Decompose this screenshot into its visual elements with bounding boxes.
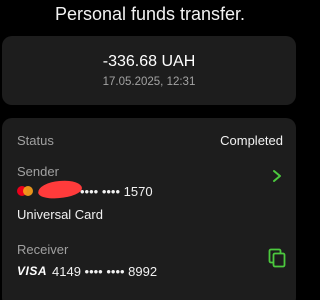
status-value: Completed — [220, 133, 283, 148]
sender-label: Sender — [17, 164, 59, 179]
transfer-datetime: 17.05.2025, 12:31 — [102, 76, 196, 88]
page-title: Personal funds transfer. — [54, 4, 246, 24]
receiver-card-number: 4149 •••• •••• 8992 — [52, 264, 158, 279]
redaction-mark — [37, 179, 83, 200]
visa-icon: VISA — [17, 264, 48, 278]
status-label: Status — [17, 133, 54, 148]
sender-card-name: Universal Card — [17, 207, 103, 222]
receiver-label: Receiver — [17, 242, 69, 257]
copy-icon[interactable] — [268, 248, 286, 268]
chevron-right-icon[interactable] — [270, 169, 284, 183]
mastercard-icon — [17, 184, 39, 198]
sender-card-number: •••• •••• 1570 — [80, 184, 153, 199]
amount-card: -336.68 UAH 17.05.2025, 12:31 — [2, 36, 296, 105]
transfer-details-screen: Personal funds transfer. -336.68 UAH 17.… — [0, 0, 300, 300]
transfer-amount: -336.68 UAH — [102, 53, 196, 70]
details-card: Status Completed Sender •••• •••• 1570 U… — [2, 118, 296, 300]
